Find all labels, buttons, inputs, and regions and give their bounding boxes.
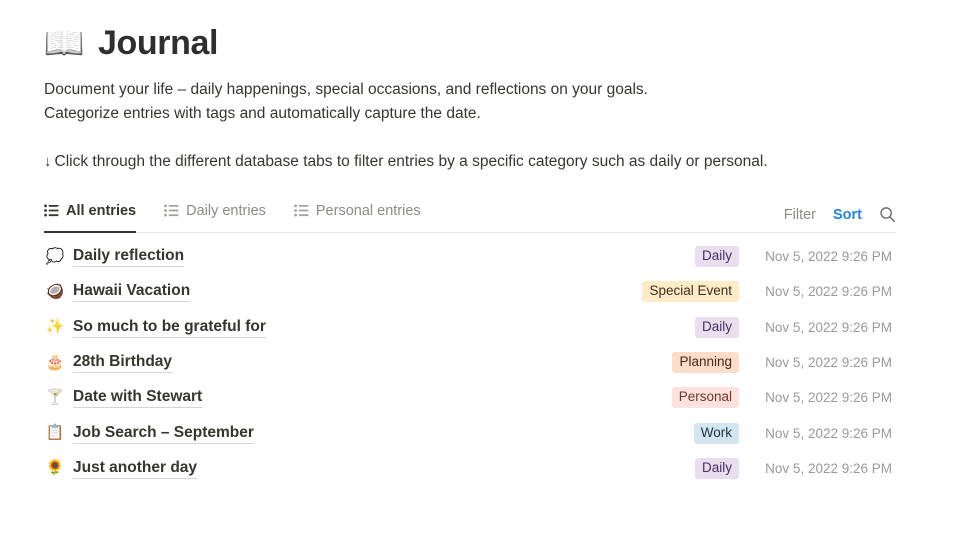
status-badge: Personal bbox=[671, 387, 739, 409]
status-badge: Planning bbox=[672, 352, 739, 374]
entry-title-link[interactable]: Job Search – September bbox=[73, 423, 254, 444]
cocktail-glass-icon: 🍸 bbox=[45, 388, 65, 406]
callout-label: Click through the different database tab… bbox=[54, 153, 768, 170]
filter-button[interactable]: Filter bbox=[784, 207, 816, 223]
tab-personal-entries-label: Personal entries bbox=[315, 202, 421, 219]
tab-list: All entries Daily entries Personal entri… bbox=[44, 198, 447, 233]
tab-daily-entries-label: Daily entries bbox=[186, 202, 266, 219]
description-line-1: Document your life – daily happenings, s… bbox=[44, 81, 648, 98]
entry-date: Nov 5, 2022 9:26 PM bbox=[765, 284, 892, 300]
tab-daily-entries[interactable]: Daily entries bbox=[162, 198, 278, 232]
table-row[interactable]: 🍸 Date with Stewart Personal Nov 5, 2022… bbox=[44, 380, 896, 415]
status-badge: Daily bbox=[694, 457, 739, 479]
entry-list: 💭 Daily reflection Daily Nov 5, 2022 9:2… bbox=[44, 239, 896, 486]
tag-cell: Planning bbox=[623, 352, 739, 374]
tag-cell: Special Event bbox=[623, 281, 739, 303]
entry-date: Nov 5, 2022 9:26 PM bbox=[765, 249, 892, 265]
table-row[interactable]: 🎂 28th Birthday Planning Nov 5, 2022 9:2… bbox=[44, 345, 896, 380]
status-badge: Daily bbox=[694, 316, 739, 338]
page-description: Document your life – daily happenings, s… bbox=[44, 78, 896, 126]
database-actions: Filter Sort bbox=[784, 206, 896, 232]
tab-all-entries[interactable]: All entries bbox=[44, 198, 148, 233]
sparkles-icon: ✨ bbox=[45, 318, 65, 336]
journal-page: 📖 Journal Document your life – daily hap… bbox=[0, 0, 956, 557]
coconut-icon: 🥥 bbox=[45, 282, 65, 300]
entry-date: Nov 5, 2022 9:26 PM bbox=[765, 319, 892, 335]
open-book-icon: 📖 bbox=[43, 24, 85, 61]
tag-cell: Daily bbox=[623, 316, 739, 338]
page-content: 📖 Journal Document your life – daily hap… bbox=[0, 0, 956, 486]
entry-title-link[interactable]: Date with Stewart bbox=[73, 387, 203, 409]
sunflower-icon: 🌻 bbox=[45, 459, 65, 477]
entry-date: Nov 5, 2022 9:26 PM bbox=[765, 460, 892, 476]
page-title: Journal bbox=[98, 24, 219, 62]
search-icon[interactable] bbox=[879, 206, 896, 223]
description-line-2: Categorize entries with tags and automat… bbox=[44, 105, 481, 122]
entry-title-link[interactable]: Daily reflection bbox=[73, 246, 185, 268]
table-row[interactable]: 🥥 Hawaii Vacation Special Event Nov 5, 2… bbox=[44, 274, 896, 309]
birthday-cake-icon: 🎂 bbox=[45, 353, 65, 371]
table-row[interactable]: ✨ So much to be grateful for Daily Nov 5… bbox=[44, 310, 896, 345]
page-header: 📖 Journal bbox=[43, 22, 896, 64]
tag-cell: Daily bbox=[623, 246, 739, 268]
entry-date: Nov 5, 2022 9:26 PM bbox=[765, 355, 892, 371]
tag-cell: Work bbox=[623, 422, 739, 444]
database-tabbar: All entries Daily entries Personal entri… bbox=[44, 198, 896, 233]
entry-date: Nov 5, 2022 9:26 PM bbox=[765, 390, 892, 406]
sort-button[interactable]: Sort bbox=[833, 207, 862, 223]
callout-text: ↓ Click through the different database ta… bbox=[44, 150, 896, 174]
bulleted-list-icon bbox=[294, 204, 309, 217]
tag-cell: Personal bbox=[623, 387, 739, 409]
down-arrow-icon: ↓ bbox=[44, 153, 52, 170]
table-row[interactable]: 🌻 Just another day Daily Nov 5, 2022 9:2… bbox=[44, 451, 896, 486]
thought-balloon-icon: 💭 bbox=[45, 247, 65, 265]
status-badge: Daily bbox=[694, 246, 739, 268]
status-badge: Work bbox=[693, 422, 739, 444]
bulleted-list-icon bbox=[44, 204, 59, 217]
clipboard-icon: 📋 bbox=[45, 424, 65, 442]
entry-date: Nov 5, 2022 9:26 PM bbox=[765, 425, 892, 441]
status-badge: Special Event bbox=[642, 281, 739, 303]
entry-title-link[interactable]: Just another day bbox=[73, 458, 198, 479]
table-row[interactable]: 💭 Daily reflection Daily Nov 5, 2022 9:2… bbox=[44, 239, 896, 274]
table-row[interactable]: 📋 Job Search – September Work Nov 5, 202… bbox=[44, 415, 896, 450]
tag-cell: Daily bbox=[623, 457, 739, 479]
entry-title-link[interactable]: Hawaii Vacation bbox=[73, 281, 191, 303]
tab-personal-entries[interactable]: Personal entries bbox=[292, 198, 433, 232]
bulleted-list-icon bbox=[164, 204, 179, 217]
entry-title-link[interactable]: 28th Birthday bbox=[73, 352, 173, 374]
tab-all-entries-label: All entries bbox=[66, 202, 137, 219]
entry-title-link[interactable]: So much to be grateful for bbox=[73, 317, 266, 338]
